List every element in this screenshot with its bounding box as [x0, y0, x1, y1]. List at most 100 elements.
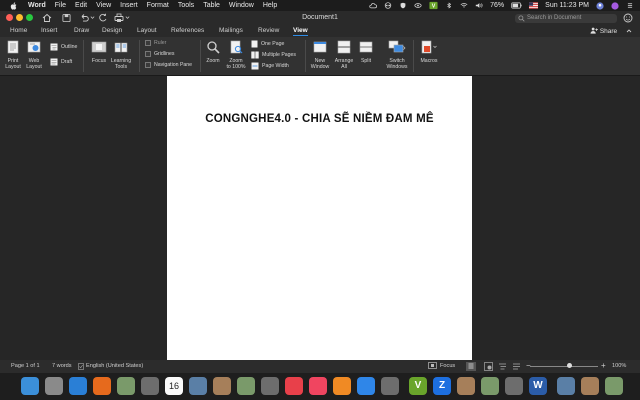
- menu-table[interactable]: Table: [203, 2, 220, 9]
- dock-notes-icon[interactable]: [189, 377, 207, 395]
- multiple-pages-button[interactable]: Multiple Pages: [251, 51, 296, 59]
- menubar-clock[interactable]: Sun 11:23 PM: [545, 2, 589, 9]
- dock-photos-icon[interactable]: [237, 377, 255, 395]
- dock-reminders-icon[interactable]: [213, 377, 231, 395]
- learning-tools-button[interactable]: Learning Tools: [108, 40, 134, 70]
- dock-books-icon[interactable]: [333, 377, 351, 395]
- dock-browser-icon[interactable]: [581, 377, 599, 395]
- tab-mailings[interactable]: Mailings: [219, 27, 243, 34]
- ruler-checkbox-box[interactable]: [145, 40, 151, 46]
- dock-paint-icon[interactable]: [457, 377, 475, 395]
- bluetooth-icon[interactable]: [445, 2, 453, 9]
- menu-window[interactable]: Window: [229, 2, 254, 9]
- outline-button[interactable]: Outline: [50, 43, 77, 51]
- macros-button[interactable]: Macros: [417, 40, 441, 64]
- one-page-button[interactable]: One Page: [251, 40, 284, 48]
- menu-tools[interactable]: Tools: [178, 2, 194, 9]
- dock-finder-icon[interactable]: [21, 377, 39, 395]
- web-layout-view-icon[interactable]: [484, 362, 493, 371]
- document-workspace[interactable]: CONGNGHE4.0 - CHIA SẼ NIỀM ĐAM MÊ: [0, 76, 640, 360]
- zoom-percent[interactable]: 100%: [612, 363, 626, 369]
- dock-zalo-icon[interactable]: Z: [433, 377, 451, 395]
- dock-word-icon[interactable]: W: [529, 377, 547, 395]
- split-button[interactable]: Split: [357, 40, 375, 64]
- tab-home[interactable]: Home: [10, 27, 27, 34]
- eye-icon[interactable]: [414, 2, 422, 9]
- collapse-ribbon-chevron-icon[interactable]: [626, 28, 632, 34]
- menu-view[interactable]: View: [96, 2, 111, 9]
- menu-app-word[interactable]: Word: [28, 2, 46, 9]
- gridlines-checkbox[interactable]: Gridlines: [145, 51, 174, 57]
- dock-firefox-icon[interactable]: [93, 377, 111, 395]
- tab-design[interactable]: Design: [102, 27, 122, 34]
- menu-format[interactable]: Format: [147, 2, 169, 9]
- web-layout-button[interactable]: Web Layout: [24, 40, 44, 70]
- wifi-icon[interactable]: [460, 2, 468, 9]
- outline-view-icon[interactable]: [498, 362, 507, 371]
- tab-draw[interactable]: Draw: [74, 27, 89, 34]
- dock-contacts-book-icon[interactable]: [117, 377, 135, 395]
- dock-photos-preview-icon[interactable]: [141, 377, 159, 395]
- tab-insert[interactable]: Insert: [41, 27, 57, 34]
- us-flag-icon[interactable]: [529, 2, 539, 9]
- dock-app-store-icon[interactable]: [357, 377, 375, 395]
- dock-vivaldi-icon[interactable]: V: [409, 377, 427, 395]
- teamviewer-icon[interactable]: [384, 2, 392, 9]
- menu-edit[interactable]: Edit: [75, 2, 87, 9]
- switch-windows-button[interactable]: Switch Windows: [383, 40, 411, 70]
- shield-icon[interactable]: [399, 2, 407, 9]
- dock-downloads-icon[interactable]: [557, 377, 575, 395]
- cloud-icon[interactable]: [369, 2, 378, 9]
- tab-references[interactable]: References: [171, 27, 204, 34]
- apple-icon[interactable]: [10, 1, 18, 10]
- tab-review[interactable]: Review: [258, 27, 279, 34]
- volume-icon[interactable]: [475, 2, 483, 9]
- page-count[interactable]: Page 1 of 1: [11, 363, 40, 369]
- navigation-pane-checkbox[interactable]: Navigation Pane: [145, 62, 192, 68]
- focus-button[interactable]: Focus: [88, 40, 110, 64]
- zoom-button[interactable]: Zoom: [203, 40, 223, 64]
- dock-music-icon[interactable]: [309, 377, 327, 395]
- document-heading[interactable]: CONGNGHE4.0 - CHIA SẼ NIỀM ĐAM MÊ: [167, 113, 472, 125]
- share-button[interactable]: Share: [590, 27, 617, 35]
- zoom-slider-handle[interactable]: [566, 363, 572, 368]
- draft-button[interactable]: Draft: [50, 58, 72, 66]
- vivaldi-tray-icon[interactable]: V: [429, 1, 438, 10]
- battery-icon[interactable]: [511, 2, 522, 9]
- siri-icon[interactable]: [611, 1, 619, 10]
- word-count[interactable]: 7 words: [52, 363, 72, 369]
- dock-pages-icon[interactable]: [481, 377, 499, 395]
- menu-insert[interactable]: Insert: [120, 2, 138, 9]
- focus-mode-button[interactable]: Focus: [428, 362, 455, 369]
- dock-system-preferences-icon[interactable]: [381, 377, 399, 395]
- dock-launchpad-icon[interactable]: [45, 377, 63, 395]
- print-layout-view-icon[interactable]: [466, 362, 476, 371]
- gridlines-checkbox-box[interactable]: [145, 51, 151, 57]
- dock-facetime-icon[interactable]: [261, 377, 279, 395]
- user-avatar-icon[interactable]: [596, 1, 604, 10]
- draft-view-icon[interactable]: [512, 362, 521, 371]
- ruler-checkbox[interactable]: Ruler: [145, 40, 166, 46]
- dock-calendar-icon[interactable]: 16: [165, 377, 183, 395]
- dock-preview-icon[interactable]: [505, 377, 523, 395]
- zoom-slider[interactable]: [530, 366, 598, 367]
- notification-center-icon[interactable]: [626, 2, 634, 9]
- proofing-icon[interactable]: [78, 363, 84, 370]
- print-layout-button[interactable]: Print Layout: [3, 40, 23, 70]
- smiley-feedback-icon[interactable]: [623, 13, 633, 23]
- dock-news-icon[interactable]: [285, 377, 303, 395]
- dock-trash-icon[interactable]: [605, 377, 623, 395]
- search-document-input[interactable]: Search in Document: [515, 14, 617, 23]
- arrange-all-button[interactable]: Arrange All: [332, 40, 356, 70]
- zoom-in-button[interactable]: +: [601, 361, 606, 370]
- menu-file[interactable]: File: [55, 2, 66, 9]
- dock-safari-icon[interactable]: [69, 377, 87, 395]
- language-indicator[interactable]: English (United States): [86, 363, 143, 369]
- new-window-button[interactable]: New Window: [309, 40, 331, 70]
- tab-layout[interactable]: Layout: [137, 27, 157, 34]
- document-page[interactable]: CONGNGHE4.0 - CHIA SẼ NIỀM ĐAM MÊ: [167, 76, 472, 360]
- menu-help[interactable]: Help: [263, 2, 277, 9]
- page-width-button[interactable]: Page Width: [251, 62, 289, 70]
- navigation-pane-checkbox-box[interactable]: [145, 62, 151, 68]
- zoom-100-button[interactable]: Zoom to 100%: [224, 40, 248, 70]
